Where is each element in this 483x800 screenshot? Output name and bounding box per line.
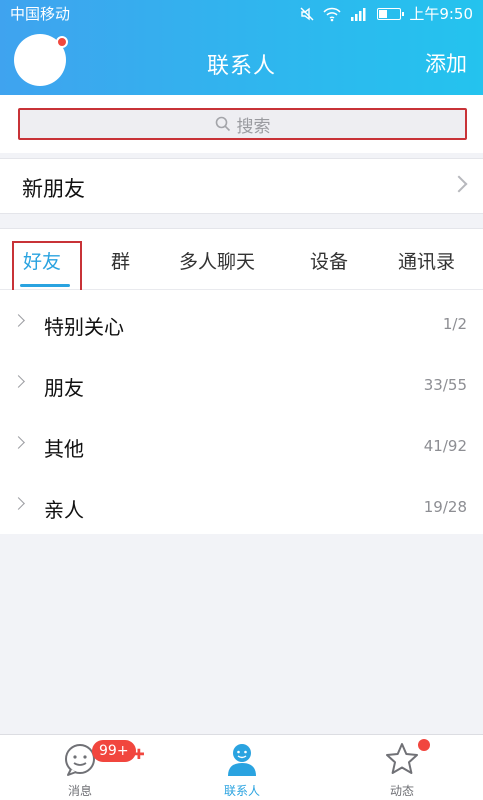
search-icon: [215, 116, 230, 132]
chevron-right-icon: [12, 497, 25, 510]
new-friends-row[interactable]: 新朋友: [0, 158, 483, 214]
carrier-label: 中国移动: [10, 5, 71, 23]
nav-label: 消息: [67, 784, 92, 798]
nav-label: 联系人: [223, 784, 260, 798]
page-title: 联系人: [206, 54, 276, 79]
notification-dot: [56, 36, 68, 48]
status-icons: 上午9:50: [299, 3, 473, 24]
nav-label: 动态: [389, 784, 414, 798]
list-item[interactable]: 特别关心 1/2: [0, 292, 483, 353]
wifi-icon: [323, 7, 341, 21]
group-count: 19/28: [423, 498, 467, 516]
tab-devices[interactable]: 设备: [310, 247, 348, 274]
friend-groups-list: 特别关心 1/2 朋友 33/55 其他 41/92 亲人 19/28: [0, 290, 483, 534]
group-count: 1/2: [442, 315, 467, 333]
list-item[interactable]: 其他 41/92: [0, 414, 483, 475]
tab-address-book[interactable]: 通讯录: [398, 247, 455, 274]
status-time: 上午9:50: [409, 5, 473, 23]
bottom-nav: 99+ ✚ 消息 联系人 动态: [0, 734, 483, 800]
star-icon: [386, 743, 418, 774]
tab-underline: [20, 284, 70, 287]
nav-contacts[interactable]: 联系人: [192, 735, 292, 800]
contacts-person-icon: [228, 744, 256, 776]
group-name: 其他: [44, 437, 84, 461]
chevron-right-icon: [12, 375, 25, 388]
group-count: 33/55: [423, 376, 467, 394]
search-section: 搜索: [0, 95, 483, 153]
new-friends-label: 新朋友: [22, 177, 85, 201]
status-bar: 中国移动 上午9:50: [0, 0, 483, 26]
search-input[interactable]: 搜索: [18, 108, 467, 140]
chevron-right-icon: [12, 436, 25, 449]
list-item[interactable]: 亲人 19/28: [0, 475, 483, 536]
nav-feeds[interactable]: 动态: [352, 735, 452, 800]
chevron-right-icon: [450, 175, 468, 193]
chevron-right-icon: [12, 314, 25, 327]
group-name: 特别关心: [44, 315, 124, 339]
unread-badge: 99+: [92, 740, 136, 762]
add-button[interactable]: 添加: [425, 48, 467, 78]
nav-messages[interactable]: 99+ ✚ 消息: [30, 735, 145, 800]
mute-icon: [300, 7, 314, 20]
app-header: 联系人 添加: [0, 26, 483, 95]
search-placeholder: 搜索: [236, 116, 271, 137]
group-name: 朋友: [44, 376, 84, 400]
top-bar: 中国移动 上午9:50 联系人 添加: [0, 0, 483, 95]
notification-dot: [418, 739, 430, 751]
sparkle-icon: ✚: [133, 747, 145, 763]
tab-groups[interactable]: 群: [111, 247, 130, 274]
tab-friends[interactable]: 好友: [23, 247, 61, 274]
list-item[interactable]: 朋友 33/55: [0, 353, 483, 414]
tab-multichat[interactable]: 多人聊天: [179, 247, 255, 274]
group-count: 41/92: [423, 437, 467, 455]
battery-icon: [377, 7, 405, 20]
group-name: 亲人: [44, 498, 84, 522]
contact-tabs: 好友 群 多人聊天 设备 通讯录: [0, 228, 483, 292]
signal-icon: [351, 7, 366, 21]
